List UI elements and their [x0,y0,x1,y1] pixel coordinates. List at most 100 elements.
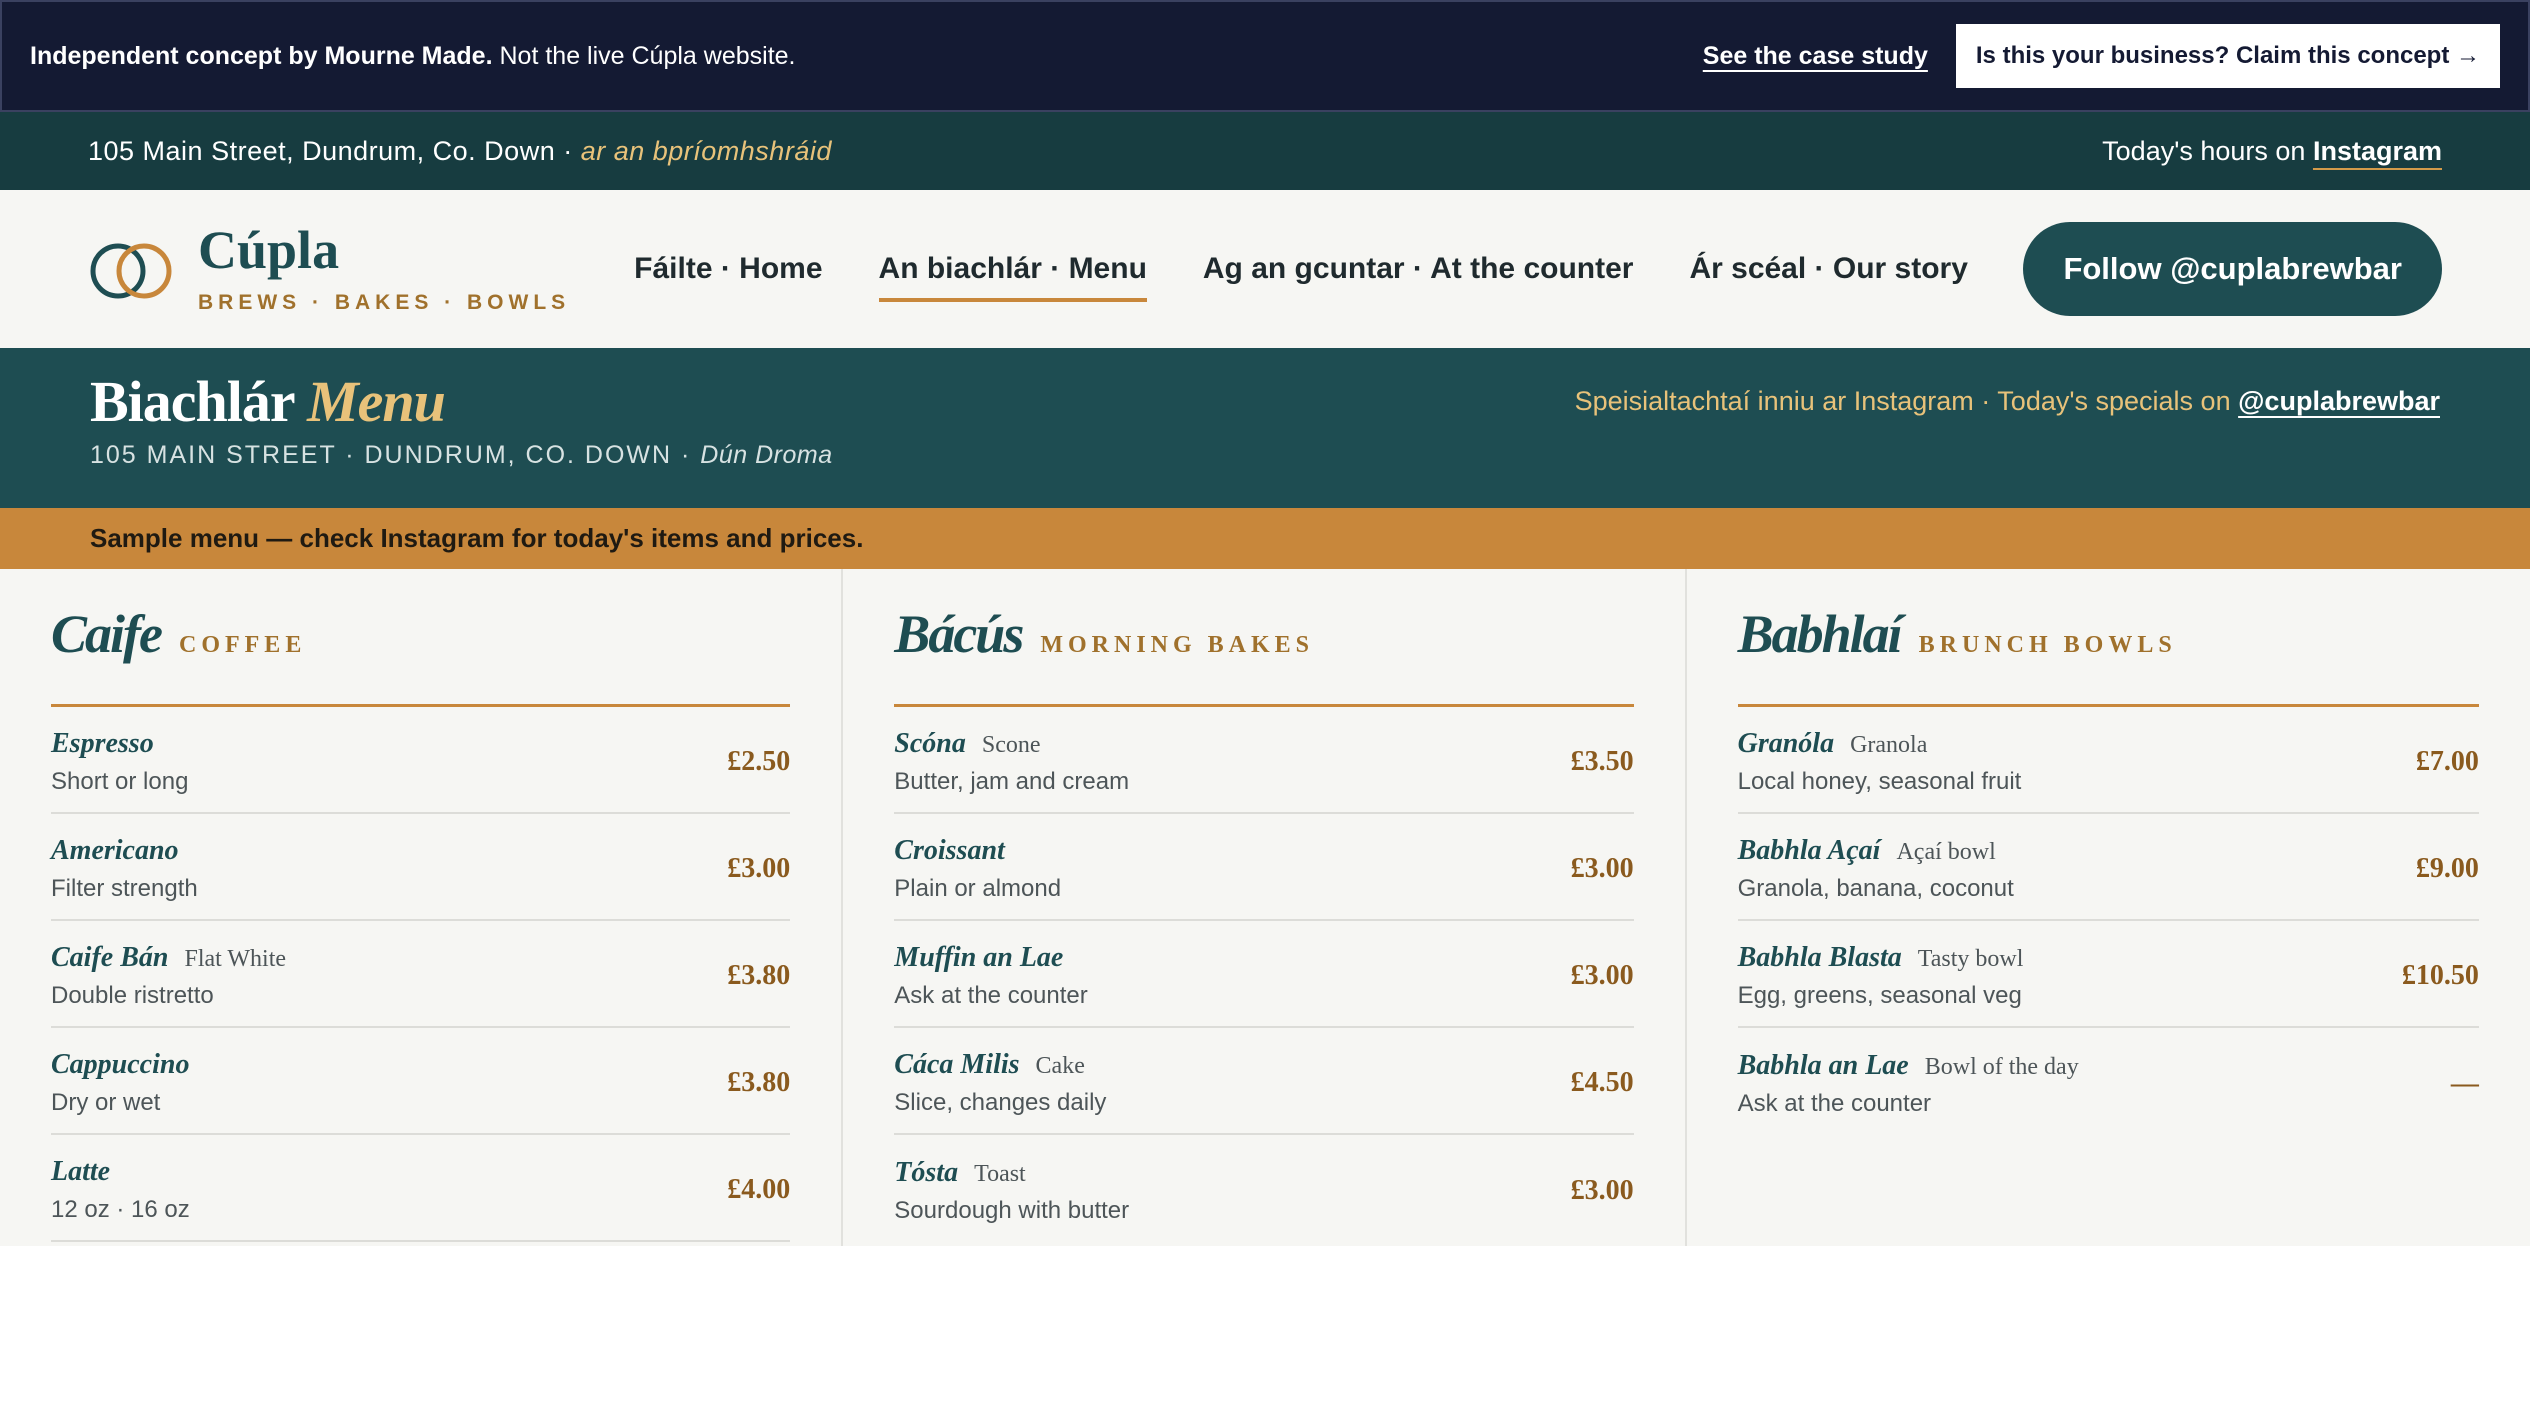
menu-heading: Biachlár Menu 105 MAIN STREET · DUNDRUM,… [0,348,2530,508]
brand-logo[interactable]: Cúpla BREWS · BAKES · BOWLS [88,223,570,315]
concept-actions: See the case study Is this your business… [1703,24,2500,88]
section-header: Bácús MORNING BAKES [894,599,1634,707]
nav-item-at-the-counter[interactable]: Ag an gcuntar · At the counter [1203,238,1634,300]
menu-columns: Caife COFFEE Espresso Short or long £2.5… [0,569,2530,1246]
menu-item: Babhla Blasta Tasty bowl Egg, greens, sea… [1737,921,2479,1028]
hours-text: Today's hours on [2102,135,2306,166]
item-name: Cappuccino [51,1048,190,1080]
menu-item: Americano Filter strength £3.00 [51,814,791,921]
item-price: — [2450,1067,2479,1099]
item-name: Babhla an Lae [1737,1049,1909,1081]
main-nav: Fáilte · Home An biachlár · Menu Ag an g… [634,238,1968,302]
menu-location: 105 MAIN STREET · DUNDRUM, CO. DOWN · Dú… [90,441,2440,470]
case-study-link[interactable]: See the case study [1703,42,1928,71]
item-name: Granóla [1737,727,1835,759]
interlocking-rings-icon [90,243,172,299]
brand-tagline: BREWS · BAKES · BOWLS [198,291,571,314]
instagram-hours-link[interactable]: Instagram [2313,136,2442,166]
specials-text: Speisialtachtaí inniu ar Instagram · Tod… [1574,386,2231,416]
page-title-irish: Biachlár [90,369,295,434]
item-english-name: Scone [981,731,1041,758]
item-price: £7.00 [2415,745,2479,777]
concept-notice-bold: Independent concept by Mourne Made. [30,41,493,70]
item-price: £10.50 [2401,959,2479,991]
item-english-name: Flat White [184,945,287,972]
item-english-name: Tasty bowl [1917,945,2024,972]
item-description: Granola, banana, coconut [1737,874,2014,902]
item-name: Croissant [894,834,1005,866]
item-price: £3.00 [1570,959,1634,991]
menu-section-coffee: Caife COFFEE Espresso Short or long £2.5… [0,569,844,1246]
claim-concept-button[interactable]: Is this your business? Claim this concep… [1955,24,2500,88]
item-description: Dry or wet [51,1088,161,1116]
item-description: Egg, greens, seasonal veg [1737,981,2022,1009]
section-subtitle: COFFEE [178,632,307,658]
menu-item: Tósta Toast Sourdough with butter £3.00 [894,1135,1633,1242]
item-name: Espresso [51,727,154,759]
brand-name: Cúpla [198,220,340,280]
item-name: Tósta [894,1156,959,1188]
item-price: £3.80 [727,959,791,991]
item-english-name: Granola [1850,731,1928,758]
nav-item-our-story[interactable]: Ár scéal · Our story [1689,238,1967,300]
section-subtitle: BRUNCH BOWLS [1918,632,2177,658]
street-address-text: 105 Main Street, Dundrum, Co. Down · [88,135,573,166]
follow-instagram-button[interactable]: Follow @cuplabrewbar [2023,222,2442,316]
menu-section-brunch-bowls: Babhlaí BRUNCH BOWLS Granóla Granola Loca… [1687,569,2530,1246]
item-description: Ask at the counter [1737,1089,1932,1117]
item-price: £3.00 [1570,1174,1634,1206]
hours-info: Today's hours on Instagram [2102,136,2442,167]
section-header: Babhlaí BRUNCH BOWLS [1737,599,2479,707]
menu-item: Babhla an Lae Bowl of the day Ask at the … [1738,1028,2479,1135]
street-address-irish: ar an bpríomhshráid [580,135,832,166]
section-title: Babhlaí [1737,604,1903,664]
menu-item: Croissant Plain or almond £3.00 [894,814,1634,921]
item-price: £9.00 [2415,852,2479,884]
item-price: £3.80 [727,1066,791,1098]
item-description: Plain or almond [894,874,1062,902]
concept-notice-text: Not the live Cúpla website. [499,41,796,70]
address-strip: 105 Main Street, Dundrum, Co. Down · ar … [0,112,2530,190]
item-name: Muffin an Lae [894,941,1064,973]
menu-section-morning-bakes: Bácús MORNING BAKES Scóna Scone Butter, j… [843,569,1687,1246]
menu-location-irish: Dún Droma [700,441,833,469]
section-title: Bácús [894,604,1024,664]
item-english-name: Toast [974,1160,1026,1187]
nav-item-home[interactable]: Fáilte · Home [634,238,822,300]
menu-item: Granóla Granola Local honey, seasonal fru… [1737,707,2479,814]
concept-banner: Independent concept by Mourne Made. Not … [0,0,2530,112]
item-description: Butter, jam and cream [894,767,1130,795]
item-description: Sourdough with butter [894,1196,1130,1224]
street-address: 105 Main Street, Dundrum, Co. Down · ar … [88,136,832,167]
page-title-english: Menu [307,369,446,434]
item-price: £3.00 [727,852,791,884]
section-header: Caife COFFEE [51,599,791,707]
item-name: Babhla Blasta [1737,941,1902,973]
menu-item: Cappuccino Dry or wet £3.80 [51,1028,791,1135]
brand-text: Cúpla BREWS · BAKES · BOWLS [198,223,570,315]
item-price: £4.00 [727,1173,791,1205]
sample-menu-notice: Sample menu — check Instagram for today'… [0,508,2530,569]
section-title: Caife [51,604,163,664]
concept-notice: Independent concept by Mourne Made. Not … [30,42,795,71]
menu-location-text: 105 MAIN STREET · DUNDRUM, CO. DOWN · [90,441,692,469]
item-price: £4.50 [1570,1066,1634,1098]
item-description: Local honey, seasonal fruit [1737,767,2022,795]
item-name: Caife Bán [51,941,169,973]
item-description: Slice, changes daily [894,1088,1107,1116]
specials-instagram-link[interactable]: @cuplabrewbar [2238,386,2440,416]
menu-item: Cáca Milis Cake Slice, changes daily £4.5… [894,1028,1634,1135]
menu-item: Muffin an Lae Ask at the counter £3.00 [894,921,1634,1028]
menu-item: Caife Bán Flat White Double ristretto £3.… [51,921,791,1028]
item-description: 12 oz · 16 oz [51,1195,190,1223]
menu-item: Espresso Short or long £2.50 [51,707,791,814]
item-price: £2.50 [727,745,791,777]
item-name: Cáca Milis [894,1048,1020,1080]
item-english-name: Cake [1035,1052,1085,1079]
item-description: Filter strength [51,874,198,902]
item-name: Americano [51,834,179,866]
nav-item-menu[interactable]: An biachlár · Menu [878,238,1148,302]
item-name: Babhla Açaí [1737,834,1881,866]
item-english-name: Bowl of the day [1924,1053,2079,1080]
item-description: Ask at the counter [894,981,1088,1009]
